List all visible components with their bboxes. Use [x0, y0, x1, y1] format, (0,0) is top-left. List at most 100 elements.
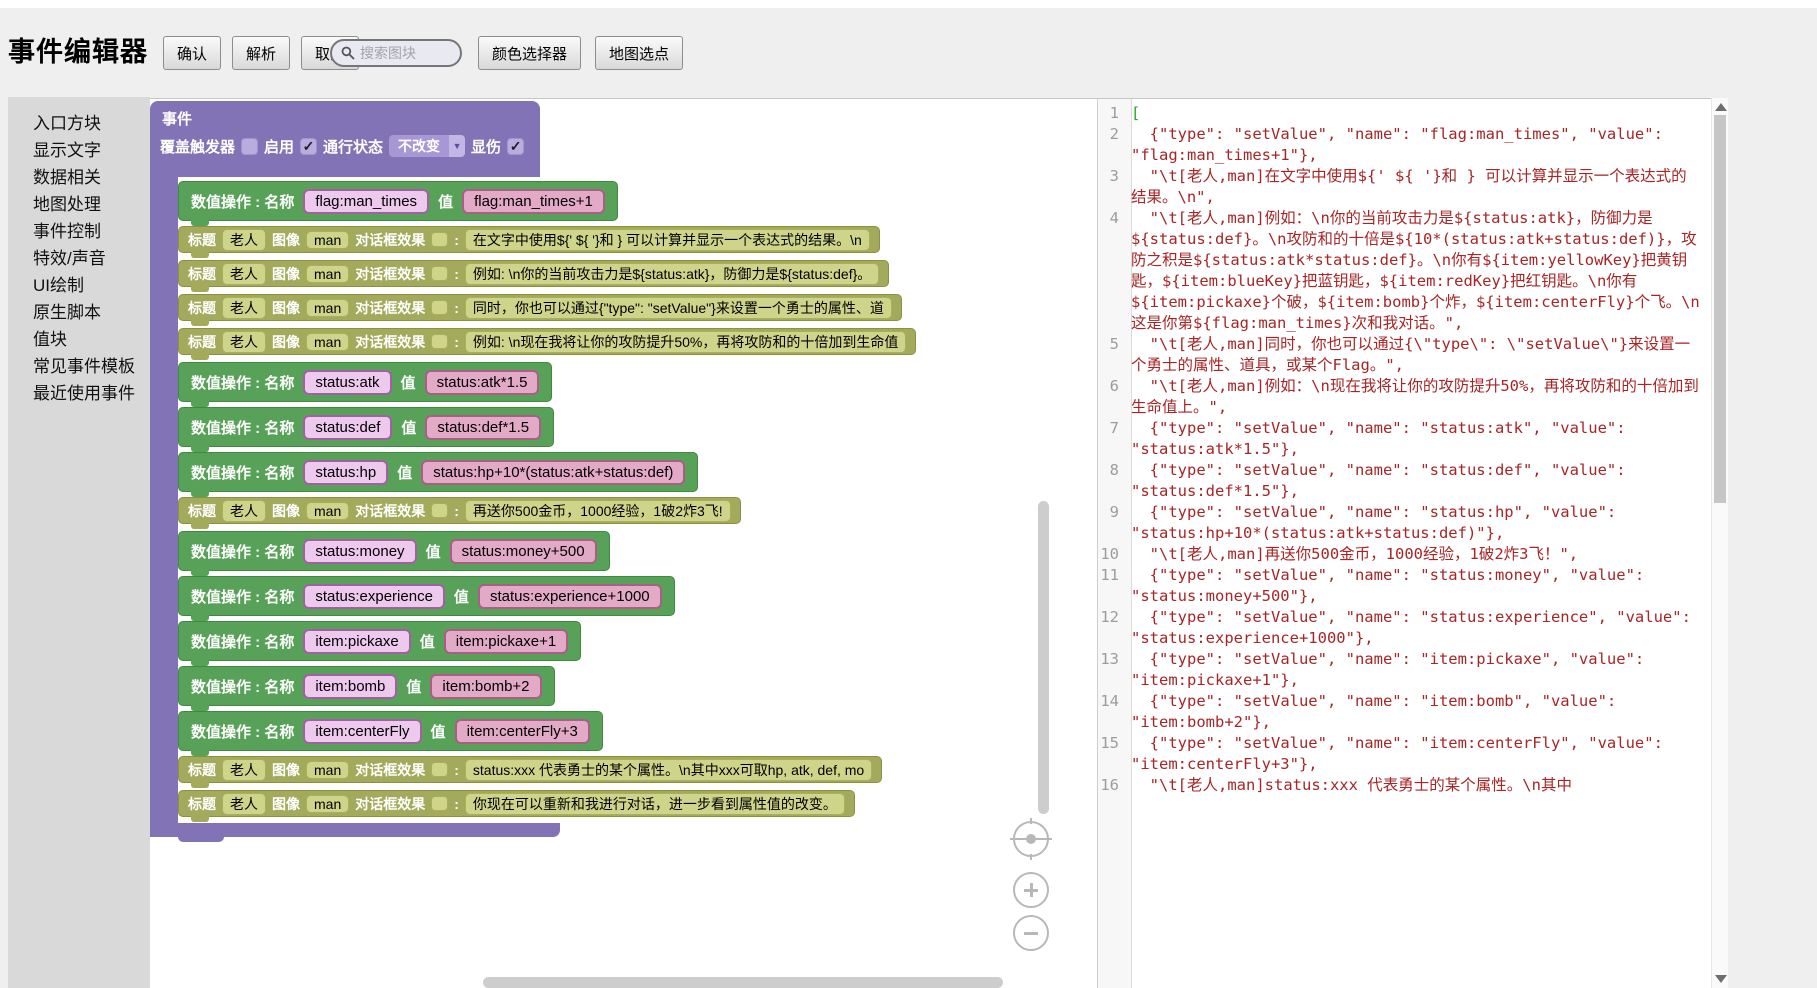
enable-checkbox[interactable]: ✓	[300, 138, 317, 155]
setvalue-block[interactable]: 数值操作 : 名称status:def值status:def*1.5	[178, 407, 554, 447]
code-line[interactable]: 12 {"type": "setValue", "name": "status:…	[1098, 607, 1711, 649]
code-line[interactable]: 5 "\t[老人,man]同时，你也可以通过{\"type\": \"setVa…	[1098, 334, 1711, 376]
title-field[interactable]: 老人	[222, 297, 266, 319]
title-field[interactable]: 老人	[222, 229, 266, 251]
image-field[interactable]: man	[306, 231, 349, 249]
sidebar-item[interactable]: 显示文字	[8, 137, 150, 164]
show-text-block[interactable]: 标题老人图像man对话框效果:同时，你也可以通过{"type": "setVal…	[178, 294, 902, 321]
image-field[interactable]: man	[306, 333, 349, 351]
line-text[interactable]: {"type": "setValue", "name": "status:exp…	[1128, 607, 1700, 649]
name-field[interactable]: status:atk	[303, 370, 391, 395]
value-field[interactable]: flag:man_times+1	[462, 189, 605, 214]
value-field[interactable]: status:hp+10*(status:atk+status:def)	[421, 460, 685, 485]
map-point-button[interactable]: 地图选点	[595, 36, 683, 70]
search-box[interactable]	[330, 39, 462, 67]
code-line[interactable]: 9 {"type": "setValue", "name": "status:h…	[1098, 502, 1711, 544]
title-field[interactable]: 老人	[222, 500, 266, 522]
show-text-block[interactable]: 标题老人图像man对话框效果:在文字中使用${' ${ '}和 } 可以计算并显…	[178, 226, 880, 253]
show-text-block[interactable]: 标题老人图像man对话框效果:例如: \n现在我将让你的攻防提升50%，再将攻防…	[178, 328, 916, 355]
workspace-horizontal-scrollbar[interactable]	[483, 977, 1003, 988]
sidebar-item[interactable]: 数据相关	[8, 164, 150, 191]
value-field[interactable]: status:money+500	[450, 539, 597, 564]
value-field[interactable]: item:centerFly+3	[455, 719, 590, 744]
name-field[interactable]: status:def	[303, 415, 392, 440]
line-text[interactable]: "\t[老人,man]例如：\n现在我将让你的攻防提升50%，再将攻防和的十倍加…	[1128, 376, 1700, 418]
code-editor[interactable]: 1[2 {"type": "setValue", "name": "flag:m…	[1097, 98, 1711, 988]
sidebar-item[interactable]: UI绘制	[8, 272, 150, 299]
title-field[interactable]: 老人	[222, 759, 266, 781]
confirm-button[interactable]: 确认	[163, 36, 221, 70]
line-text[interactable]: "\t[老人,man]status:xxx 代表勇士的某个属性。\n其中	[1128, 775, 1700, 796]
sidebar-item[interactable]: 原生脚本	[8, 299, 150, 326]
override-trigger-checkbox[interactable]	[241, 138, 258, 155]
dialog-effect-checkbox[interactable]	[431, 266, 448, 281]
code-line[interactable]: 7 {"type": "setValue", "name": "status:a…	[1098, 418, 1711, 460]
code-line[interactable]: 11 {"type": "setValue", "name": "status:…	[1098, 565, 1711, 607]
line-text[interactable]: "\t[老人,man]再送你500金币，1000经验，1破2炸3飞！",	[1128, 544, 1700, 565]
image-field[interactable]: man	[306, 299, 349, 317]
name-field[interactable]: item:pickaxe	[303, 629, 410, 654]
block-workspace[interactable]: 事件 覆盖触发器 启用 ✓ 通行状态 不改变 ▼ 显伤 ✓ 数值操作 : 名称f…	[150, 98, 1097, 988]
zoom-in-button[interactable]	[1013, 872, 1049, 908]
dialog-effect-checkbox[interactable]	[431, 503, 448, 518]
text-field[interactable]: 再送你500金币，1000经验，1破2炸3飞!	[465, 500, 731, 522]
text-field[interactable]: 例如: \n你的当前攻击力是${status:atk}，防御力是${status…	[465, 263, 879, 285]
sidebar-item[interactable]: 地图处理	[8, 191, 150, 218]
code-line[interactable]: 8 {"type": "setValue", "name": "status:d…	[1098, 460, 1711, 502]
code-scrollbar[interactable]	[1711, 98, 1728, 988]
zoom-out-button[interactable]	[1013, 915, 1049, 951]
code-line[interactable]: 1[	[1098, 103, 1711, 124]
value-field[interactable]: item:bomb+2	[430, 674, 541, 699]
value-field[interactable]: status:atk*1.5	[425, 370, 540, 395]
code-lines[interactable]: 1[2 {"type": "setValue", "name": "flag:m…	[1098, 99, 1711, 796]
title-field[interactable]: 老人	[222, 793, 266, 815]
sidebar-item[interactable]: 特效/声音	[8, 245, 150, 272]
image-field[interactable]: man	[306, 502, 349, 520]
code-line[interactable]: 10 "\t[老人,man]再送你500金币，1000经验，1破2炸3飞！",	[1098, 544, 1711, 565]
code-line[interactable]: 13 {"type": "setValue", "name": "item:pi…	[1098, 649, 1711, 691]
text-field[interactable]: 例如: \n现在我将让你的攻防提升50%，再将攻防和的十倍加到生命值	[465, 331, 906, 353]
text-field[interactable]: 你现在可以重新和我进行对话，进一步看到属性值的改变。	[465, 793, 845, 815]
line-text[interactable]: "\t[老人,man]在文字中使用${' ${ '}和 } 可以计算并显示一个表…	[1128, 166, 1700, 208]
setvalue-block[interactable]: 数值操作 : 名称status:hp值status:hp+10*(status:…	[178, 452, 698, 492]
value-field[interactable]: status:experience+1000	[478, 584, 662, 609]
setvalue-block[interactable]: 数值操作 : 名称item:centerFly值item:centerFly+3	[178, 711, 603, 751]
parse-button[interactable]: 解析	[232, 36, 290, 70]
name-field[interactable]: status:hp	[303, 460, 388, 485]
code-line[interactable]: 6 "\t[老人,man]例如：\n现在我将让你的攻防提升50%，再将攻防和的十…	[1098, 376, 1711, 418]
dialog-effect-checkbox[interactable]	[431, 232, 448, 247]
show-text-block[interactable]: 标题老人图像man对话框效果:status:xxx 代表勇士的某个属性。\n其中…	[178, 756, 882, 783]
sidebar-item[interactable]: 事件控制	[8, 218, 150, 245]
dialog-effect-checkbox[interactable]	[431, 300, 448, 315]
image-field[interactable]: man	[306, 761, 349, 779]
text-field[interactable]: 同时，你也可以通过{"type": "setValue"}来设置一个勇士的属性、…	[465, 297, 892, 319]
code-scrollbar-thumb[interactable]	[1714, 115, 1726, 503]
setvalue-block[interactable]: 数值操作 : 名称item:bomb值item:bomb+2	[178, 666, 555, 706]
code-line[interactable]: 15 {"type": "setValue", "name": "item:ce…	[1098, 733, 1711, 775]
line-text[interactable]: "\t[老人,man]例如：\n你的当前攻击力是${status:atk}，防御…	[1128, 208, 1700, 334]
line-text[interactable]: "\t[老人,man]同时，你也可以通过{\"type\": \"setValu…	[1128, 334, 1700, 376]
search-input[interactable]	[360, 45, 452, 61]
sidebar-item[interactable]: 最近使用事件	[8, 380, 150, 407]
dialog-effect-checkbox[interactable]	[431, 796, 448, 811]
show-text-block[interactable]: 标题老人图像man对话框效果:你现在可以重新和我进行对话，进一步看到属性值的改变…	[178, 790, 855, 817]
code-line[interactable]: 4 "\t[老人,man]例如：\n你的当前攻击力是${status:atk}，…	[1098, 208, 1711, 334]
name-field[interactable]: status:money	[303, 539, 416, 564]
title-field[interactable]: 老人	[222, 263, 266, 285]
line-text[interactable]: {"type": "setValue", "name": "status:mon…	[1128, 565, 1700, 607]
color-picker-button[interactable]: 颜色选择器	[478, 36, 581, 70]
line-text[interactable]: {"type": "setValue", "name": "item:picka…	[1128, 649, 1700, 691]
setvalue-block[interactable]: 数值操作 : 名称status:experience值status:experi…	[178, 576, 675, 616]
dialog-effect-checkbox[interactable]	[431, 334, 448, 349]
code-line[interactable]: 2 {"type": "setValue", "name": "flag:man…	[1098, 124, 1711, 166]
zoom-reset-button[interactable]	[1013, 821, 1049, 857]
name-field[interactable]: item:centerFly	[303, 719, 421, 744]
show-text-block[interactable]: 标题老人图像man对话框效果:再送你500金币，1000经验，1破2炸3飞!	[178, 497, 741, 524]
sidebar-item[interactable]: 值块	[8, 326, 150, 353]
code-line[interactable]: 14 {"type": "setValue", "name": "item:bo…	[1098, 691, 1711, 733]
sidebar-item[interactable]: 入口方块	[8, 110, 150, 137]
name-field[interactable]: item:bomb	[303, 674, 397, 699]
line-text[interactable]: {"type": "setValue", "name": "status:def…	[1128, 460, 1700, 502]
show-text-block[interactable]: 标题老人图像man对话框效果:例如: \n你的当前攻击力是${status:at…	[178, 260, 889, 287]
line-text[interactable]: [	[1128, 103, 1700, 124]
